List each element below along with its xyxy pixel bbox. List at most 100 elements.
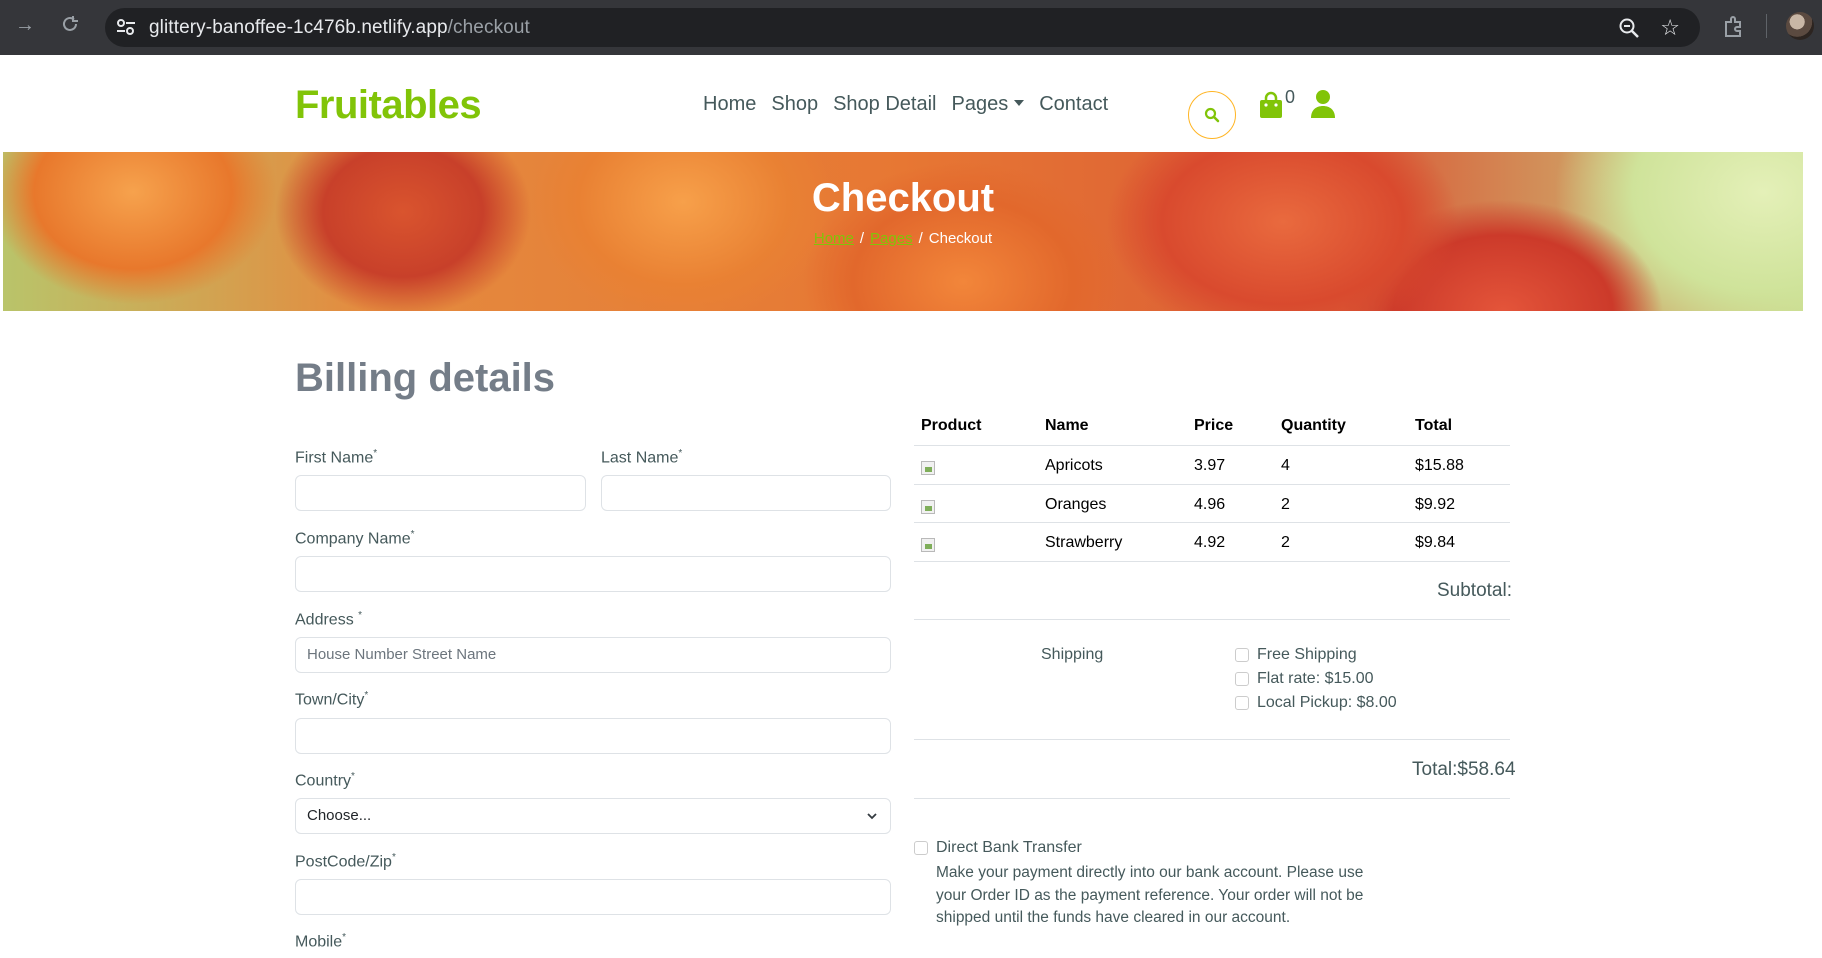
row-price: 4.96 <box>1194 496 1226 513</box>
url-text: glittery-banoffee-1c476b.netlify.app/che… <box>149 17 530 39</box>
breadcrumb-home[interactable]: Home <box>814 230 854 247</box>
col-header-name: Name <box>1045 417 1089 434</box>
bookmark-star-icon[interactable]: ☆ <box>1660 15 1680 41</box>
col-header-total: Total <box>1415 417 1453 434</box>
bank-transfer-checkbox[interactable] <box>914 841 928 855</box>
company-name-input[interactable] <box>295 556 891 592</box>
breadcrumb-separator: / <box>859 230 865 247</box>
row-total: $9.92 <box>1415 496 1456 513</box>
col-header-quantity: Quantity <box>1281 417 1346 434</box>
browser-toolbar: → glittery-banoffee-1c476b.netlify.app/c… <box>0 0 1822 55</box>
nav-contact[interactable]: Contact <box>1039 93 1108 116</box>
row-price: 4.92 <box>1194 534 1226 551</box>
table-divider <box>914 798 1510 799</box>
order-total: Total:$58.64 <box>1412 759 1516 780</box>
last-name-label: Last Name* <box>601 448 682 467</box>
mobile-label: Mobile* <box>295 932 346 951</box>
table-divider <box>914 445 1510 446</box>
town-city-input[interactable] <box>295 718 891 754</box>
product-image-icon <box>921 461 935 475</box>
company-name-label: Company Name* <box>295 529 415 548</box>
address-input[interactable]: House Number Street Name <box>295 637 891 673</box>
free-shipping-label: Free Shipping <box>1257 646 1357 663</box>
site-header: Fruitables Home Shop Shop Detail Pages C… <box>0 55 1822 152</box>
row-quantity: 2 <box>1281 534 1290 551</box>
required-mark: * <box>351 771 355 782</box>
required-mark: * <box>410 529 415 540</box>
search-button[interactable] <box>1188 91 1236 139</box>
first-name-label-text: First Name <box>295 449 374 467</box>
extensions-icon[interactable] <box>1722 14 1746 38</box>
required-mark: * <box>391 852 396 863</box>
company-name-label-text: Company Name <box>295 530 411 548</box>
postcode-input[interactable] <box>295 879 891 915</box>
address-label: Address * <box>295 610 362 629</box>
row-price: 3.97 <box>1194 457 1226 474</box>
table-divider <box>914 522 1510 523</box>
product-image-icon <box>921 500 935 514</box>
address-label-text: Address <box>295 611 359 629</box>
breadcrumb-current: Checkout <box>928 230 993 247</box>
chevron-down-icon <box>867 813 877 820</box>
required-mark: * <box>358 610 363 621</box>
url-host: glittery-banoffee-1c476b.netlify.app <box>149 17 448 38</box>
bank-transfer-label: Direct Bank Transfer <box>936 839 1082 856</box>
row-name: Strawberry <box>1045 534 1123 551</box>
reload-icon[interactable] <box>59 14 81 36</box>
first-name-label: First Name* <box>295 448 377 467</box>
nav-pages-dropdown[interactable]: Pages <box>951 93 1025 116</box>
free-shipping-checkbox[interactable] <box>1235 648 1249 662</box>
required-mark: * <box>364 690 369 701</box>
table-divider <box>914 561 1510 562</box>
nav-shop-detail[interactable]: Shop Detail <box>833 93 936 116</box>
search-icon <box>1204 107 1220 123</box>
flat-rate-checkbox[interactable] <box>1235 672 1249 686</box>
row-quantity: 4 <box>1281 457 1290 474</box>
col-header-product: Product <box>921 417 982 434</box>
nav-shop[interactable]: Shop <box>771 93 818 116</box>
last-name-input[interactable] <box>601 475 891 511</box>
required-mark: * <box>678 448 683 459</box>
address-bar[interactable]: glittery-banoffee-1c476b.netlify.app/che… <box>105 8 1700 47</box>
town-city-label: Town/City* <box>295 690 368 709</box>
subtotal-label: Subtotal: <box>1437 580 1512 601</box>
country-select[interactable]: Choose... <box>295 798 891 834</box>
site-logo[interactable]: Fruitables <box>295 83 482 128</box>
row-total: $15.88 <box>1415 457 1464 474</box>
toolbar-divider <box>1766 14 1767 38</box>
breadcrumb-separator: / <box>918 230 923 247</box>
zoom-icon[interactable] <box>1618 17 1640 39</box>
country-select-value: Choose... <box>307 807 372 824</box>
profile-avatar[interactable] <box>1786 12 1814 40</box>
town-city-label-text: Town/City <box>295 691 365 709</box>
breadcrumb-pages[interactable]: Pages <box>870 230 913 247</box>
flat-rate-label: Flat rate: $15.00 <box>1257 670 1374 687</box>
site-info-icon[interactable] <box>115 17 137 37</box>
first-name-input[interactable] <box>295 475 586 511</box>
chevron-down-icon <box>1014 100 1025 106</box>
last-name-label-text: Last Name <box>601 449 679 467</box>
postcode-label: PostCode/Zip* <box>295 852 396 871</box>
nav-home[interactable]: Home <box>703 93 756 116</box>
page-hero-banner: Checkout Home / Pages / Checkout <box>3 152 1803 311</box>
postcode-label-text: PostCode/Zip <box>295 853 392 871</box>
row-name: Oranges <box>1045 496 1107 513</box>
country-label: Country* <box>295 771 355 790</box>
local-pickup-checkbox[interactable] <box>1235 696 1249 710</box>
user-icon[interactable] <box>1310 89 1336 119</box>
page-title: Checkout <box>811 176 995 220</box>
url-path: /checkout <box>447 17 530 38</box>
row-quantity: 2 <box>1281 496 1290 513</box>
table-divider <box>914 484 1510 485</box>
nav-pages-label: Pages <box>951 93 1009 115</box>
cart-count-badge: 0 <box>1285 87 1296 107</box>
row-name: Apricots <box>1045 457 1103 474</box>
forward-icon[interactable]: → <box>14 14 36 36</box>
main-nav: Home Shop Shop Detail Pages Contact <box>703 93 1108 116</box>
shopping-bag-icon[interactable] <box>1258 91 1284 119</box>
row-total: $9.84 <box>1415 534 1456 551</box>
table-divider <box>914 739 1510 740</box>
billing-title: Billing details <box>295 356 556 400</box>
country-label-text: Country <box>295 772 352 790</box>
bank-transfer-description: Make your payment directly into our bank… <box>936 864 1364 926</box>
